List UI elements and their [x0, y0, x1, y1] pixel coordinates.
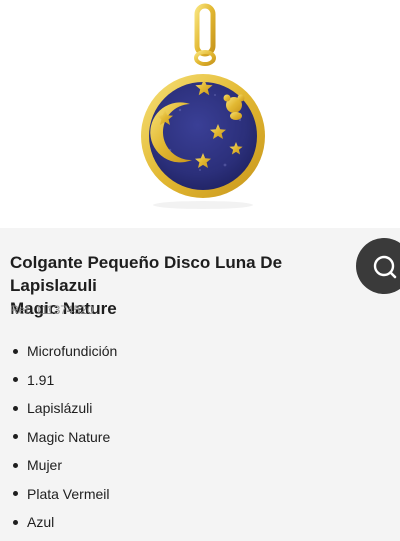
product-ref: Ref. 111374520	[10, 303, 94, 317]
feature-list: Microfundición 1.91 Lapislázuli Magic Na…	[10, 337, 117, 537]
list-item: 1.91	[10, 366, 117, 395]
search-button[interactable]	[356, 238, 400, 294]
list-item: Mujer	[10, 451, 117, 480]
bullet-icon	[13, 348, 18, 354]
pendant-jump-ring	[194, 50, 216, 66]
feature-label: Mujer	[27, 457, 63, 474]
bullet-icon	[13, 519, 18, 525]
feature-label: Lapislázuli	[27, 400, 93, 417]
search-icon	[373, 255, 397, 279]
feature-label: Microfundición	[27, 343, 118, 360]
feature-label: Azul	[27, 514, 55, 531]
feature-label: 1.91	[27, 371, 55, 388]
feature-label: Magic Nature	[27, 428, 111, 445]
bullet-icon	[13, 491, 18, 497]
feature-label: Plata Vermeil	[27, 485, 110, 502]
bullet-icon	[13, 405, 18, 411]
pendant-image	[141, 3, 265, 209]
bullet-icon	[13, 377, 18, 383]
pendant-bail	[194, 3, 216, 57]
list-item: Plata Vermeil	[10, 480, 117, 509]
list-item: Azul	[10, 508, 117, 537]
bullet-icon	[13, 462, 18, 468]
bullet-icon	[13, 434, 18, 440]
product-title-line1: Colgante Pequeño Disco Luna De Lapislazu…	[10, 253, 283, 295]
list-item: Microfundición	[10, 337, 117, 366]
list-item: Lapislázuli	[10, 394, 117, 423]
list-item: Magic Nature	[10, 423, 117, 452]
product-image-area[interactable]	[0, 0, 400, 228]
